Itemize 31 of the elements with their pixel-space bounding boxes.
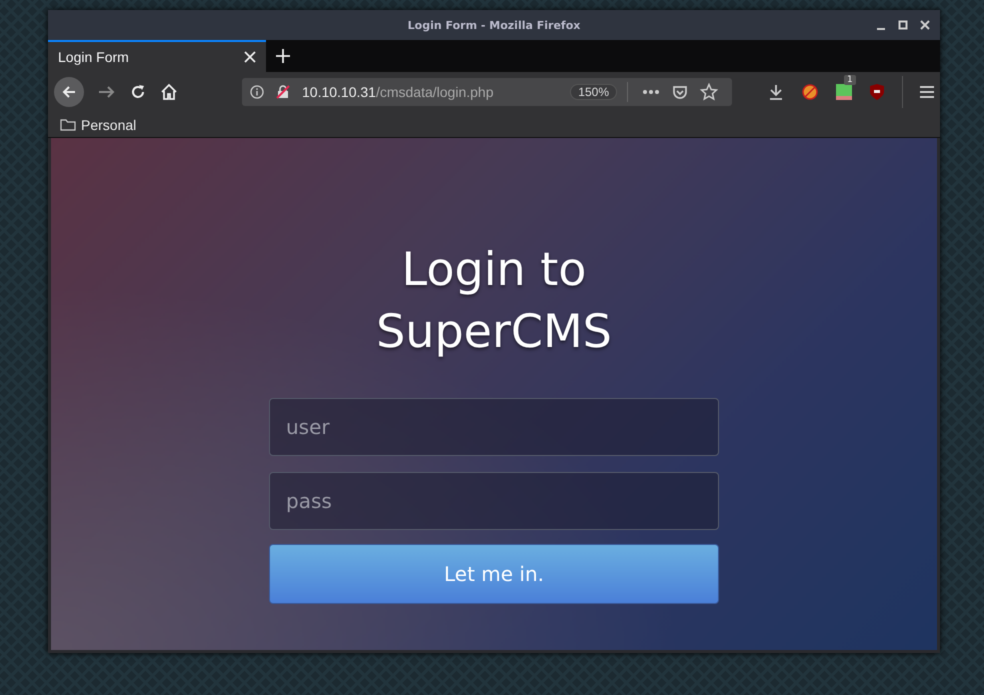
plus-icon[interactable] bbox=[276, 49, 290, 63]
back-button[interactable] bbox=[54, 77, 84, 107]
menu-icon[interactable] bbox=[920, 86, 934, 98]
tab-title: Login Form bbox=[58, 49, 129, 65]
home-icon[interactable] bbox=[160, 83, 178, 101]
star-icon[interactable] bbox=[700, 83, 718, 101]
back-arrow-icon bbox=[61, 84, 77, 100]
pocket-icon[interactable] bbox=[672, 84, 688, 100]
reload-icon[interactable] bbox=[130, 84, 146, 100]
download-icon[interactable] bbox=[768, 84, 784, 100]
zoom-badge[interactable]: 150% bbox=[570, 84, 617, 100]
page-heading: Login to SuperCMS bbox=[375, 241, 613, 360]
extension-icon[interactable] bbox=[801, 83, 819, 101]
forward-icon[interactable] bbox=[98, 84, 116, 100]
extension-badge: 1 bbox=[844, 75, 856, 85]
shield-icon[interactable] bbox=[869, 83, 885, 101]
bookmark-label: Personal bbox=[81, 116, 136, 132]
address-bar[interactable]: 10.10.10.31/cmsdata/login.php 150% bbox=[242, 78, 732, 106]
more-icon[interactable] bbox=[642, 89, 660, 95]
window-title: Login Form - Mozilla Firefox bbox=[408, 18, 580, 32]
folder-icon bbox=[60, 118, 76, 131]
bookmark-folder[interactable]: Personal bbox=[60, 116, 136, 132]
maximize-icon[interactable] bbox=[898, 20, 908, 30]
close-icon[interactable] bbox=[920, 20, 930, 30]
url-text: 10.10.10.31/cmsdata/login.php bbox=[302, 84, 494, 100]
extension-icon[interactable] bbox=[836, 84, 852, 100]
insecure-lock-icon[interactable] bbox=[276, 85, 290, 99]
input-field[interactable]: pass bbox=[269, 472, 719, 530]
input-field[interactable]: user bbox=[269, 398, 719, 456]
info-icon[interactable] bbox=[250, 85, 264, 99]
browser-tab[interactable]: Login Form bbox=[48, 40, 266, 72]
